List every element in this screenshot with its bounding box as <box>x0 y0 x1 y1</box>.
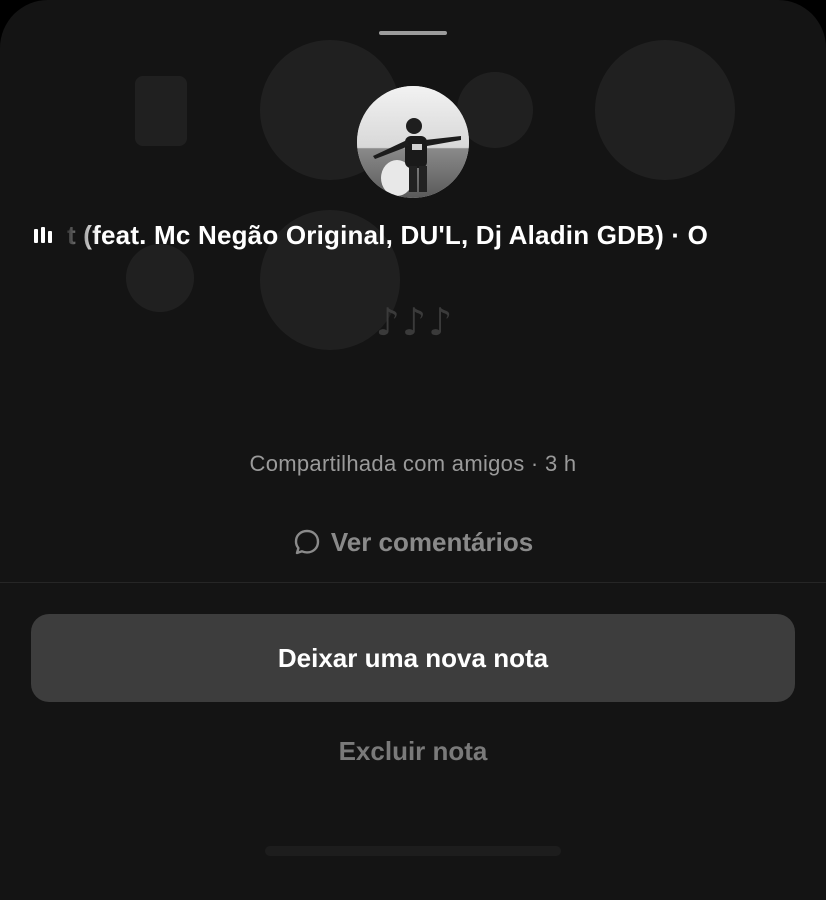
shared-info-text: Compartilhada com amigos · 3 h <box>249 451 577 476</box>
delete-note-button[interactable]: Excluir nota <box>0 736 826 767</box>
new-note-button[interactable]: Deixar uma nova nota <box>31 614 795 702</box>
music-notes-icon: ♪♪♪ <box>375 300 455 344</box>
marquee-fade-left <box>58 218 98 254</box>
equalizer-icon <box>34 227 56 243</box>
view-comments-button[interactable]: Ver comentários <box>0 524 826 560</box>
avatar-photo <box>357 86 469 198</box>
song-marquee[interactable]: t (feat. Mc Negão Original, DU'L, Dj Ala… <box>34 218 790 254</box>
divider <box>0 582 826 583</box>
marquee-fade-right <box>760 218 790 254</box>
profile-avatar[interactable] <box>357 86 469 198</box>
comment-bubble-icon <box>294 529 320 555</box>
sheet-drag-handle[interactable] <box>379 31 447 35</box>
home-indicator <box>265 846 561 856</box>
comments-label: Ver comentários <box>330 526 534 557</box>
bottom-sheet: t (feat. Mc Negão Original, DU'L, Dj Ala… <box>0 0 826 900</box>
song-title: t (feat. Mc Negão Original, DU'L, Dj Ala… <box>67 220 709 250</box>
